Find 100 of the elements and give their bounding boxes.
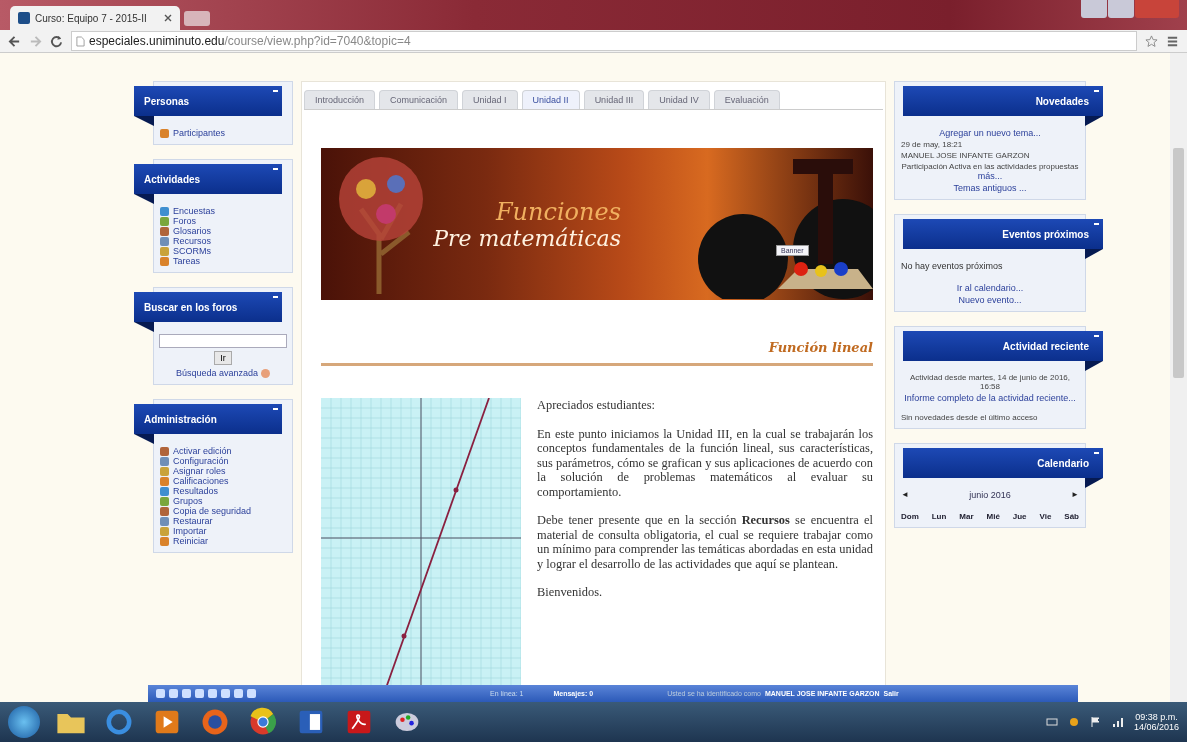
new-tab-button[interactable]	[184, 11, 210, 26]
block-title: Actividades	[144, 173, 201, 185]
search-field[interactable]	[159, 334, 287, 348]
events-message: No hay eventos próximos	[901, 261, 1004, 271]
tile-icon	[160, 246, 169, 256]
no-news-message: Sin novedades desde el último acceso	[901, 413, 1039, 422]
tile-icon	[160, 256, 169, 266]
previous-month-button[interactable]: ◄	[901, 490, 909, 500]
tile-icon	[160, 446, 169, 456]
sidebar-link[interactable]: Recursos	[173, 236, 211, 246]
tile-icon	[160, 526, 169, 536]
sidebar-link[interactable]: Participantes	[173, 128, 226, 138]
sidebar-link[interactable]: Copia de seguridad	[173, 506, 252, 516]
paragraph: Debe tener presente que en la sección Recursos se encuentra el material de consulta obligatoria, el cual se requiere trabajar como un mínimo para comprender las temáticas abordadas en esta unidad y lograr el desarrollo de las actividades que aquí se plantean.	[537, 513, 873, 571]
block-title: Buscar en los foros	[144, 301, 238, 313]
tile-icon	[160, 486, 169, 496]
activity-since: Actividad desde martes, 14 de junio de 2016, 16:58	[908, 373, 1072, 391]
sidebar-link[interactable]: Reiniciar	[173, 536, 208, 546]
banner-subtitle: Pre matemáticas	[433, 225, 621, 251]
help-icon[interactable]	[261, 368, 271, 378]
section-tab[interactable]: Unidad II	[521, 90, 580, 109]
older-topics-link[interactable]: Temas antiguos ...	[953, 183, 1027, 193]
sidebar-link[interactable]: Activar edición	[173, 446, 232, 456]
section-tab[interactable]: Evaluación	[713, 90, 780, 109]
block-title: Novedades	[1035, 95, 1089, 107]
address-field[interactable]: especiales.uniminuto.edu/course/view.php?id=7040&topic=4	[71, 31, 1137, 51]
tile-icon	[160, 466, 169, 476]
calendar-link[interactable]: Nuevo evento...	[958, 295, 1022, 305]
paragraph: Bienvenidos.	[537, 585, 604, 600]
scrollbar[interactable]	[1170, 53, 1187, 702]
weekday-label: Mar	[959, 512, 974, 521]
start-button[interactable]	[8, 706, 40, 738]
section-tab[interactable]: Unidad III	[583, 90, 645, 109]
page-icon	[76, 35, 85, 47]
menu-icon[interactable]	[1166, 34, 1179, 48]
tile-icon	[160, 496, 169, 506]
tile-icon	[160, 128, 169, 138]
close-icon[interactable]	[164, 14, 172, 22]
browser-tab[interactable]: Curso: Equipo 7 - 2015-II	[10, 6, 180, 30]
circle-icon[interactable]	[1067, 716, 1080, 728]
calendar-link[interactable]: Ir al calendario...	[956, 283, 1024, 293]
next-month-button[interactable]: ►	[1071, 490, 1079, 500]
month-label: junio 2016	[969, 490, 1011, 500]
tile-icon	[160, 226, 169, 236]
weekday-label: Jue	[1012, 512, 1027, 521]
weekday-label: Dom	[901, 512, 919, 521]
weekday-label: Sáb	[1064, 512, 1079, 521]
full-report-link[interactable]: Informe completo de la actividad reciente...	[904, 393, 1076, 403]
sidebar-link[interactable]: Encuestas	[173, 206, 216, 216]
block-title: Calendario	[1037, 457, 1089, 469]
tile-icon	[160, 536, 169, 546]
clock-date[interactable]: 14/06/2016	[1133, 722, 1179, 732]
weekday-label: Vie	[1039, 512, 1052, 521]
paragraph: Apreciados estudiantes:	[537, 398, 657, 413]
forward-icon[interactable]	[29, 34, 42, 48]
clock-time[interactable]: 09:38 p.m.	[1135, 712, 1178, 722]
block-title: Actividad reciente	[1002, 340, 1089, 352]
tile-icon	[160, 456, 169, 466]
paragraph: En este punto iniciamos la Unidad III, en la cual se trabajarán los conceptos fundamentales de la función lineal, sus características, sus parámetros, cómo se grafican y sus aplicaciones de acuerdo con la solución de problemas matemáticos al evaluar su comportamiento.	[537, 426, 873, 499]
sidebar-link[interactable]: SCORMs	[173, 246, 211, 256]
advanced-search-link[interactable]: Búsqueda avanzada	[175, 368, 259, 378]
post-author: MANUEL JOSE INFANTE GARZON	[901, 151, 1031, 160]
block-title: Eventos próximos	[1002, 228, 1089, 240]
back-icon[interactable]	[8, 34, 21, 48]
tile-icon	[160, 476, 169, 486]
tile-icon	[160, 516, 169, 526]
sidebar-link[interactable]: Asignar roles	[173, 466, 226, 476]
section-tab[interactable]: Unidad I	[462, 90, 518, 109]
sidebar-link[interactable]: Importar	[173, 526, 207, 536]
sidebar-link[interactable]: Foros	[173, 216, 196, 226]
star-icon[interactable]	[1145, 34, 1158, 48]
section-tab[interactable]: Introducción	[304, 90, 376, 109]
tile-icon	[160, 506, 169, 516]
section-heading: Función lineal	[321, 340, 873, 366]
sidebar-link[interactable]: Configuración	[173, 456, 229, 466]
banner-title: Funciones	[495, 197, 621, 226]
more-link[interactable]: más...	[977, 171, 1003, 181]
sidebar-link[interactable]: Restaurar	[173, 516, 213, 526]
flag-icon[interactable]	[1089, 716, 1102, 728]
weekday-label: Mié	[986, 512, 1000, 521]
add-topic-link[interactable]: Agregar un nuevo tema...	[939, 128, 1041, 138]
sidebar-link[interactable]: Resultados	[173, 486, 219, 496]
sidebar-link[interactable]: Glosarios	[173, 226, 211, 236]
signal-icon[interactable]	[1111, 716, 1124, 728]
scrollbar-thumb[interactable]	[1173, 148, 1184, 378]
tile-icon	[160, 206, 169, 216]
tile-icon	[160, 236, 169, 246]
sidebar-link[interactable]: Tareas	[173, 256, 200, 266]
section-tab[interactable]: Comunicación	[379, 90, 459, 109]
sidebar-link[interactable]: Calificaciones	[173, 476, 229, 486]
block-title: Personas	[144, 95, 190, 107]
reload-icon[interactable]	[50, 34, 63, 48]
post-date: 29 de may, 18:21	[901, 140, 964, 149]
sidebar-link[interactable]: Grupos	[173, 496, 203, 506]
go-button[interactable]: Ir	[214, 351, 232, 365]
weekday-label: Lun	[931, 512, 947, 521]
keyboard-icon[interactable]	[1045, 716, 1058, 728]
tile-icon	[160, 216, 169, 226]
post-excerpt: Participación Activa en las actividades propuestas	[901, 162, 1079, 171]
section-tab[interactable]: Unidad IV	[648, 90, 710, 109]
